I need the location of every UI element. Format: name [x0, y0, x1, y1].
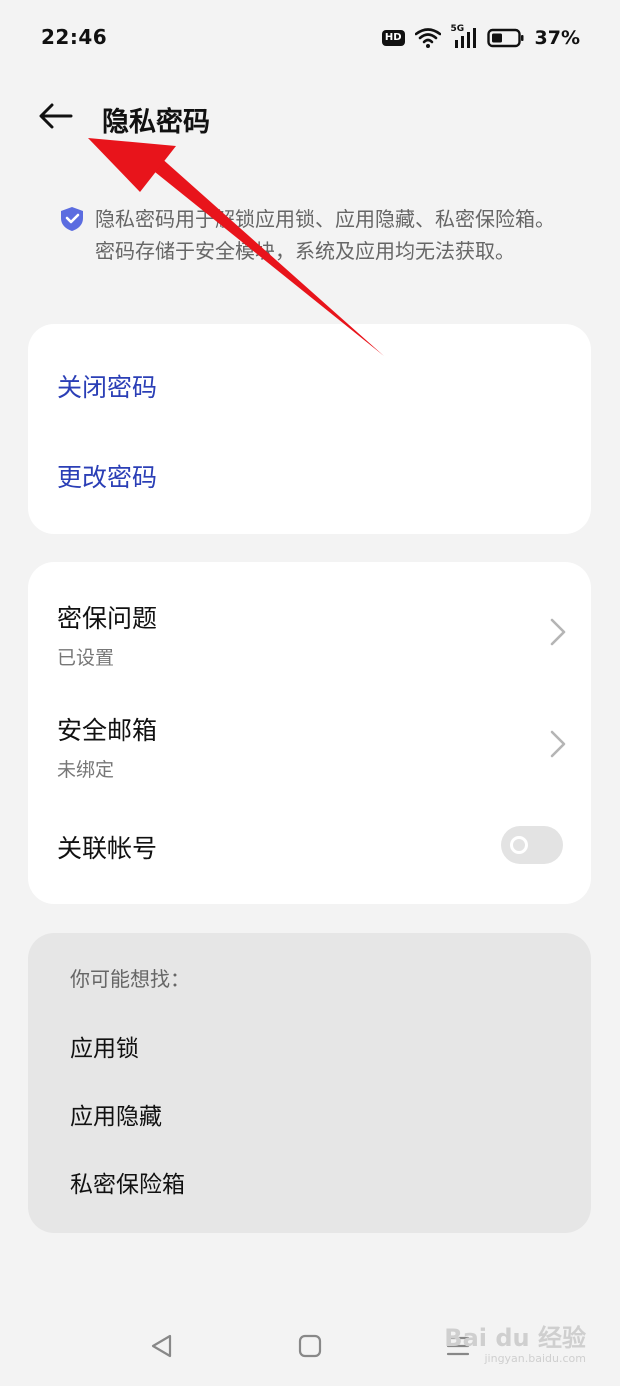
wifi-icon	[414, 28, 441, 48]
linked-account-row: 关联帐号	[28, 786, 591, 904]
security-question-status: 已设置	[57, 647, 115, 669]
shield-icon	[61, 207, 83, 231]
suggestion-private-safe[interactable]: 私密保险箱	[70, 1165, 185, 1199]
security-email-status: 未绑定	[57, 759, 115, 781]
security-question-title: 密保问题	[57, 604, 158, 633]
security-options-card: 密保问题 已设置 安全邮箱 未绑定 关联帐号	[28, 562, 591, 904]
privacy-password-description: 隐私密码用于解锁应用锁、应用隐藏、私密保险箱。密码存储于安全模块，系统及应用均无…	[95, 207, 555, 263]
security-question-row[interactable]: 密保问题 已设置	[28, 562, 591, 674]
suggestions-card: 你可能想找： 应用锁 应用隐藏 私密保险箱	[28, 933, 591, 1233]
status-time: 22:46	[41, 25, 108, 49]
baidu-watermark: Bai du 经验	[444, 1324, 586, 1352]
battery-icon	[486, 28, 524, 48]
linked-account-toggle[interactable]	[501, 826, 563, 864]
suggestions-heading: 你可能想找：	[70, 967, 190, 991]
security-email-row[interactable]: 安全邮箱 未绑定	[28, 674, 591, 786]
back-button[interactable]	[36, 98, 76, 138]
suggestion-app-lock[interactable]: 应用锁	[70, 1029, 139, 1063]
nav-home-icon[interactable]	[296, 1332, 324, 1360]
hd-badge: HD	[381, 30, 405, 46]
signal-icon: 5G	[451, 24, 477, 49]
page-title: 隐私密码	[102, 107, 210, 138]
nav-back-icon[interactable]	[148, 1332, 176, 1360]
close-password-button[interactable]: 关闭密码	[57, 368, 157, 404]
password-actions-card: 关闭密码 更改密码	[28, 324, 591, 534]
change-password-button[interactable]: 更改密码	[57, 458, 157, 494]
linked-account-title: 关联帐号	[57, 834, 158, 863]
suggestion-app-hide[interactable]: 应用隐藏	[70, 1097, 162, 1131]
back-arrow-icon	[39, 103, 73, 129]
chevron-right-icon	[550, 730, 566, 758]
baidu-watermark-url: jingyan.baidu.com	[484, 1352, 586, 1365]
toggle-knob	[510, 836, 528, 854]
chevron-right-icon	[550, 618, 566, 646]
status-icons: HD 5G 37%	[381, 24, 580, 52]
battery-percentage: 37%	[534, 27, 580, 49]
security-email-title: 安全邮箱	[57, 716, 158, 745]
